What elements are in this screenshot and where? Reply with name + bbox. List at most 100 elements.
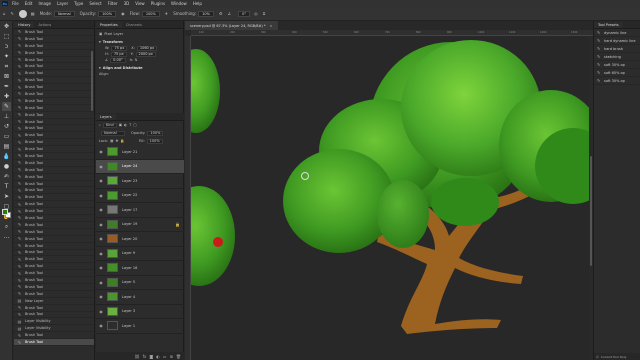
layer-name[interactable]: Layer 21 <box>122 150 137 154</box>
menu-filter[interactable]: Filter <box>108 1 118 6</box>
tool-preset-item[interactable]: ✎ soft 30% op <box>594 61 640 69</box>
tool-preset-item[interactable]: ✎ soft 60% op <box>594 69 640 77</box>
layer-name[interactable]: Layer 19 <box>122 222 137 226</box>
history-row[interactable]: ✎ Brush Tool <box>14 187 94 195</box>
visibility-eye-icon[interactable]: ◉ <box>98 222 104 227</box>
history-row[interactable]: ✎ Brush Tool <box>14 84 94 92</box>
layer-row[interactable]: ◉ Layer 22 <box>96 189 184 203</box>
visibility-eye-icon[interactable]: ◉ <box>98 265 104 270</box>
history-row[interactable]: ✎ Brush Tool <box>14 222 94 229</box>
menu-file[interactable]: File <box>12 1 19 6</box>
layer-row[interactable]: ◉ Layer 21 <box>96 145 184 160</box>
tab-layers[interactable]: Layers <box>96 114 116 120</box>
opacity-field[interactable]: 100% <box>98 10 117 17</box>
symmetry-icon[interactable]: ⧖ <box>263 11 266 16</box>
history-row[interactable]: ✎ Brush Tool <box>14 243 94 250</box>
menu-edit[interactable]: Edit <box>25 1 33 6</box>
foreground-color-swatch[interactable] <box>2 209 8 215</box>
tool-preset-item[interactable]: ✎ hard brush <box>594 45 640 53</box>
history-row[interactable]: ✎ Brush Tool <box>14 305 94 312</box>
eyedropper-tool-icon[interactable]: ✒ <box>2 82 11 91</box>
tab-properties[interactable]: Properties <box>96 22 122 28</box>
layer-name[interactable]: Layer 1 <box>122 324 135 328</box>
menu-type[interactable]: Type <box>74 1 83 6</box>
history-row[interactable]: ✎ Brush Tool <box>14 77 94 85</box>
history-row[interactable]: ✎ Brush Tool <box>14 125 94 133</box>
more-tools-icon[interactable]: … <box>2 232 11 241</box>
width-field[interactable]: 75 px <box>111 45 128 51</box>
history-row[interactable]: ✎ Brush Tool <box>14 256 94 264</box>
history-row[interactable]: ✎ Brush Tool <box>14 43 94 50</box>
blur-tool-icon[interactable]: 💧 <box>2 152 11 161</box>
layer-row[interactable]: ◉ Layer 5 <box>96 276 184 290</box>
history-row[interactable]: ✎ Brush Tool <box>14 98 94 105</box>
eraser-tool-icon[interactable]: ▭ <box>2 132 11 141</box>
history-row[interactable]: ✎ Brush Tool <box>14 91 94 98</box>
visibility-eye-icon[interactable]: ◉ <box>98 193 104 198</box>
menu-layer[interactable]: Layer <box>57 1 68 6</box>
airbrush-icon[interactable]: ✈ <box>165 11 168 16</box>
current-tool-only-checkbox[interactable]: ☑ Current Tool Only <box>594 353 640 360</box>
history-brush-tool-icon[interactable]: ↺ <box>2 122 11 131</box>
layer-row[interactable]: ◉ Layer 3 <box>96 305 184 319</box>
history-row[interactable]: ✎ Brush Tool <box>14 208 94 216</box>
fill-field[interactable]: 100% <box>146 138 163 144</box>
new-layer-icon[interactable]: ⊞ <box>170 354 173 359</box>
menu-image[interactable]: Image <box>38 1 51 6</box>
vertical-scroll-thumb[interactable] <box>590 156 592 266</box>
lock-position-icon[interactable]: ✥ <box>115 139 118 143</box>
history-row[interactable]: ✎ Brush Tool <box>14 250 94 257</box>
mode-dropdown[interactable]: Normal <box>53 10 75 17</box>
gradient-tool-icon[interactable]: ▤ <box>2 142 11 151</box>
dodge-tool-icon[interactable]: ● <box>2 162 11 171</box>
layer-row[interactable]: ◉ Layer 16 <box>96 261 184 276</box>
tab-actions[interactable]: Actions <box>34 22 55 28</box>
close-icon[interactable]: × <box>270 24 273 28</box>
brush-tool-icon[interactable]: ✎ <box>11 11 14 16</box>
smoothing-settings-icon[interactable]: ⚙ <box>219 11 223 16</box>
history-row[interactable]: ✎ Brush Tool <box>14 70 94 78</box>
history-row[interactable]: ✎ Brush Tool <box>14 201 94 209</box>
layer-name[interactable]: Layer 9 <box>122 251 135 255</box>
visibility-eye-icon[interactable]: ◉ <box>98 323 104 328</box>
visibility-eye-icon[interactable]: ◉ <box>98 251 104 256</box>
lock-pixels-icon[interactable]: ▦ <box>110 139 113 143</box>
x-field[interactable]: 1060 px <box>136 45 158 51</box>
history-row[interactable]: ✎ Brush Tool <box>14 153 94 160</box>
tab-tool-presets[interactable]: Tool Presets <box>594 22 623 28</box>
visibility-eye-icon[interactable]: ◉ <box>98 280 104 285</box>
history-row[interactable]: ✎ Brush Tool <box>14 174 94 181</box>
frame-tool-icon[interactable]: ⊠ <box>2 72 11 81</box>
menu-view[interactable]: View <box>135 1 145 6</box>
layer-name[interactable]: Layer 16 <box>122 266 137 270</box>
filter-adjust-icon[interactable]: ◐ <box>124 123 127 127</box>
tab-history[interactable]: History <box>14 22 35 28</box>
history-row[interactable]: ✎ Brush Tool <box>14 167 94 174</box>
brush-settings-icon[interactable]: ▦ <box>31 11 35 16</box>
height-field[interactable]: 75 px <box>110 51 127 57</box>
fx-icon[interactable]: fx <box>143 354 147 359</box>
history-row[interactable]: ✎ Brush Tool <box>14 112 94 119</box>
history-row[interactable]: ✎ Brush Tool <box>14 277 94 284</box>
move-tool-icon[interactable]: ✥ <box>2 22 11 31</box>
photoshop-logo[interactable]: Ps <box>2 1 8 6</box>
history-row[interactable]: ✎ Brush Tool <box>14 263 94 271</box>
history-row[interactable]: ✎ Brush Tool <box>14 63 94 71</box>
menu-3d[interactable]: 3D <box>124 1 130 6</box>
pressure-size-icon[interactable]: ◎ <box>254 11 258 16</box>
clone-stamp-tool-icon[interactable]: ⊥ <box>2 112 11 121</box>
angle-field[interactable]: 0.00° <box>110 57 126 63</box>
layer-row[interactable]: ◉ Layer 23 <box>96 174 184 189</box>
visibility-eye-icon[interactable]: ◉ <box>98 164 104 169</box>
layer-name[interactable]: Layer 20 <box>122 237 137 241</box>
tool-preset-item[interactable]: ✎ soft 30% op <box>594 77 640 85</box>
smoothing-field[interactable]: 10% <box>198 10 214 17</box>
layer-row[interactable]: ◉ Layer 17 <box>96 203 184 218</box>
type-tool-icon[interactable]: T <box>2 182 11 191</box>
menu-select[interactable]: Select <box>89 1 101 6</box>
history-row[interactable]: ✎ Brush Tool <box>14 29 94 36</box>
visibility-eye-icon[interactable]: ◉ <box>98 207 104 212</box>
history-row[interactable]: ✎ Brush Tool <box>14 181 94 188</box>
layer-name[interactable]: Layer 4 <box>122 295 135 299</box>
layer-name[interactable]: Layer 24 <box>122 164 137 168</box>
